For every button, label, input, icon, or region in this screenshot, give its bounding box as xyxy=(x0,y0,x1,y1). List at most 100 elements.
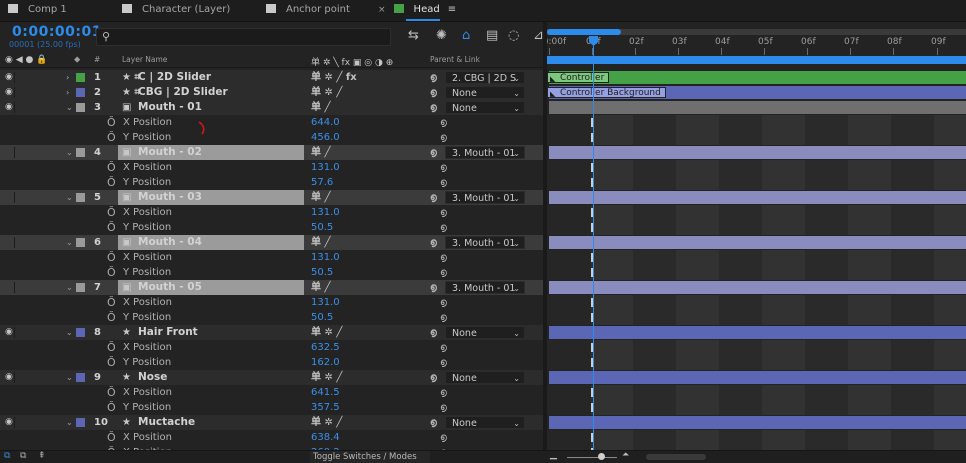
stopwatch-icon[interactable]: Ŏ xyxy=(107,295,116,310)
draft-3d-icon[interactable]: ✺ xyxy=(436,28,447,44)
layer-track[interactable] xyxy=(547,190,966,205)
eye-icon[interactable]: ◉ xyxy=(5,370,13,385)
layer-switches[interactable]: 单 ✲ ╱ xyxy=(311,325,342,340)
layer-switches[interactable]: 单 ✲ ╱ fx xyxy=(311,70,357,85)
layer-duration-bar[interactable] xyxy=(549,146,966,159)
layer-switches[interactable]: 单 ╱ xyxy=(311,235,331,250)
property-value[interactable]: 641.5 xyxy=(311,385,340,400)
toggle-switches-modes-button[interactable]: Toggle Switches / Modes xyxy=(310,451,430,463)
current-time-display[interactable]: 0:00:00:01 xyxy=(12,24,102,40)
property-track[interactable] xyxy=(547,385,966,400)
property-track[interactable] xyxy=(547,310,966,325)
layer-switches[interactable]: 单 ✲ ╱ xyxy=(311,85,342,100)
stopwatch-icon[interactable]: Ŏ xyxy=(107,385,116,400)
stopwatch-icon[interactable]: Ŏ xyxy=(107,160,116,175)
pick-whip-icon[interactable]: ൭ xyxy=(440,250,447,265)
label-color-swatch[interactable] xyxy=(76,103,85,112)
switch-cells[interactable] xyxy=(14,72,54,83)
pick-whip-icon[interactable]: ൭ xyxy=(440,130,447,145)
property-row[interactable]: Ŏ X Position 644.0 ൭ xyxy=(0,115,545,130)
property-row[interactable]: Ŏ Y Position 50.5 ൭ xyxy=(0,310,545,325)
stopwatch-icon[interactable]: Ŏ xyxy=(107,175,116,190)
property-track[interactable] xyxy=(547,430,966,445)
stopwatch-icon[interactable]: Ŏ xyxy=(107,400,116,415)
expand-arrow-icon[interactable]: ⌄ xyxy=(66,190,73,205)
layer-track[interactable]: ◣ Controller Background xyxy=(547,85,966,100)
eye-icon[interactable]: ◉ xyxy=(5,85,13,100)
layer-name-column-header[interactable]: Layer Name xyxy=(122,55,167,64)
render-time-toggle-icon[interactable]: ⇞ xyxy=(38,451,46,461)
tab-head[interactable]: × Head ≡ xyxy=(378,0,456,22)
property-value[interactable]: 357.5 xyxy=(311,400,340,415)
property-value[interactable]: 131.0 xyxy=(311,205,340,220)
property-row[interactable]: Ŏ X Position 131.0 ൭ xyxy=(0,250,545,265)
label-color-swatch[interactable] xyxy=(76,73,85,82)
pick-whip-icon[interactable]: ൭ xyxy=(440,295,447,310)
pick-whip-icon[interactable]: ൭ xyxy=(440,115,447,130)
switch-cells[interactable] xyxy=(14,372,54,383)
layer-row[interactable]: ⌄ 5 ▣ Mouth - 03 单 ╱ ൭ 3. Mouth - 01 ⌄ xyxy=(0,190,545,205)
layer-switches[interactable]: 单 ✲ ╱ xyxy=(311,370,342,385)
expand-arrow-icon[interactable]: › xyxy=(66,70,69,85)
property-track[interactable] xyxy=(547,400,966,415)
layer-row[interactable]: ⌄ 7 ▣ Mouth - 05 单 ╱ ൭ 3. Mouth - 01 ⌄ xyxy=(0,280,545,295)
expand-arrow-icon[interactable]: ⌄ xyxy=(66,415,73,430)
expand-arrow-icon[interactable]: › xyxy=(66,85,69,100)
layer-name[interactable]: Mouth - 05 xyxy=(138,280,202,295)
property-value[interactable]: 50.5 xyxy=(311,310,333,325)
expand-arrow-icon[interactable]: ⌄ xyxy=(66,280,73,295)
parent-dropdown[interactable]: None ⌄ xyxy=(445,416,525,429)
layer-duration-bar[interactable] xyxy=(549,71,966,84)
property-value[interactable]: 638.4 xyxy=(311,430,340,445)
pick-whip-icon[interactable]: ൭ xyxy=(440,355,447,370)
layer-name[interactable]: CBG | 2D Slider xyxy=(138,85,228,100)
property-row[interactable]: Ŏ X Position 641.5 ൭ xyxy=(0,385,545,400)
parent-dropdown[interactable]: 3. Mouth - 01 ⌄ xyxy=(445,281,525,294)
property-row[interactable]: Ŏ X Position 632.5 ൭ xyxy=(0,340,545,355)
parent-dropdown[interactable]: None ⌄ xyxy=(445,326,525,339)
switch-cells[interactable] xyxy=(14,282,54,293)
timeline-scrollbar[interactable] xyxy=(646,454,706,460)
playhead-line[interactable] xyxy=(593,38,594,450)
layer-duration-bar[interactable] xyxy=(549,416,966,429)
stopwatch-icon[interactable]: Ŏ xyxy=(107,355,116,370)
expand-arrow-icon[interactable]: ⌄ xyxy=(66,145,73,160)
parent-dropdown[interactable]: 3. Mouth - 01 ⌄ xyxy=(445,146,525,159)
zoom-out-icon[interactable]: ▁ xyxy=(550,450,557,460)
switch-cells[interactable] xyxy=(14,237,54,248)
property-value[interactable]: 456.0 xyxy=(311,130,340,145)
pick-whip-icon[interactable]: ൭ xyxy=(430,85,437,100)
composition-mini-flowchart-icon[interactable]: ⇆ xyxy=(408,28,419,44)
layer-track[interactable] xyxy=(547,145,966,160)
property-track[interactable] xyxy=(547,355,966,370)
pick-whip-icon[interactable]: ൭ xyxy=(430,190,437,205)
pick-whip-icon[interactable]: ൭ xyxy=(430,415,437,430)
layer-switches[interactable]: 单 ╱ xyxy=(311,100,331,115)
pick-whip-icon[interactable]: ൭ xyxy=(440,385,447,400)
property-row[interactable]: Ŏ X Position 131.0 ൭ xyxy=(0,205,545,220)
layer-track[interactable]: ◣ Controller xyxy=(547,70,966,85)
property-row[interactable]: Ŏ Y Position 456.0 ൭ xyxy=(0,130,545,145)
pick-whip-icon[interactable]: ൭ xyxy=(440,340,447,355)
pick-whip-icon[interactable]: ൭ xyxy=(430,70,437,85)
property-value[interactable]: 632.5 xyxy=(311,340,340,355)
property-row[interactable]: Ŏ Y Position 50.5 ൭ xyxy=(0,265,545,280)
tab-anchor-point[interactable]: Anchor point xyxy=(266,0,350,22)
parent-dropdown[interactable]: 2. CBG | 2D S ⌄ xyxy=(445,71,525,84)
parent-dropdown[interactable]: None ⌄ xyxy=(445,101,525,114)
expand-arrow-icon[interactable]: ⌄ xyxy=(66,235,73,250)
property-track[interactable] xyxy=(547,115,966,130)
shy-layers-icon[interactable]: ⌂ xyxy=(462,28,470,44)
pick-whip-icon[interactable]: ൭ xyxy=(430,235,437,250)
zoom-slider-knob[interactable] xyxy=(598,453,605,460)
pick-whip-icon[interactable]: ൭ xyxy=(430,145,437,160)
eye-icon[interactable]: ◉ xyxy=(5,70,13,85)
layer-row[interactable]: ◉ ⌄ 8 ★ Hair Front 单 ✲ ╱ ൭ None ⌄ xyxy=(0,325,545,340)
property-track[interactable] xyxy=(547,130,966,145)
layer-name[interactable]: Mouth - 03 xyxy=(138,190,202,205)
layer-duration-bar[interactable] xyxy=(549,191,966,204)
property-value[interactable]: 57.6 xyxy=(311,175,333,190)
layer-name[interactable]: Mouth - 02 xyxy=(138,145,202,160)
property-track[interactable] xyxy=(547,265,966,280)
property-value[interactable]: 131.0 xyxy=(311,160,340,175)
